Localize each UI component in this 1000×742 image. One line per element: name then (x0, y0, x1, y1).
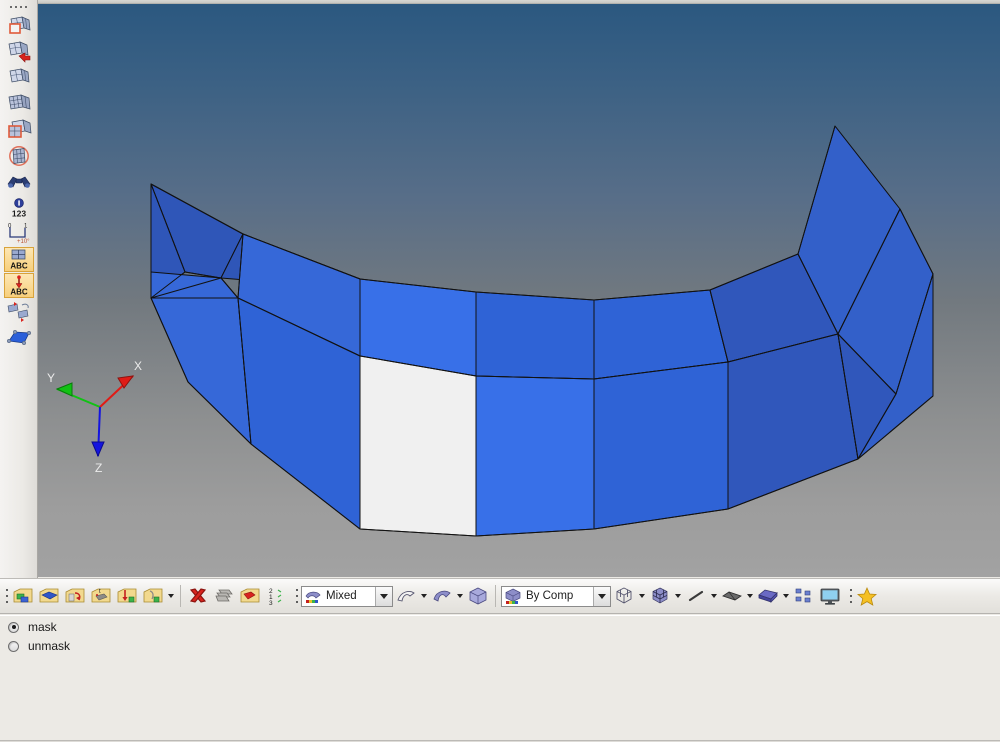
shaded-elements-icon-button[interactable] (429, 582, 455, 610)
radio-mask-indicator[interactable] (8, 621, 19, 633)
surface-icon-button[interactable] (4, 325, 34, 350)
axis-triad: X Y Z (47, 359, 142, 475)
shaded-cube-icon-button[interactable] (647, 582, 673, 610)
radio-option-unmask[interactable]: unmask (8, 637, 70, 655)
radio-unmask-label: unmask (28, 639, 71, 653)
shaded-cube-chevron-down-icon[interactable] (673, 583, 683, 609)
shaded-geometry-icon-button[interactable] (465, 582, 491, 610)
svg-text:3: 3 (269, 600, 273, 606)
distance-icon-button[interactable]: 0 1 +10° (4, 221, 34, 246)
toolbar-separator-2 (495, 585, 496, 607)
line-display-chevron-down-icon[interactable] (709, 583, 719, 609)
axis-x-label: X (134, 359, 142, 373)
bottom-toolbar: t 2 1 3 Mixed By Comp (0, 578, 1000, 614)
toolbar-grip-handle[interactable] (0, 2, 37, 12)
application-window: 123 0 1 +10° ABC ABC X Y Z t 2 1 3 Mixed… (0, 0, 1000, 742)
radio-mask-label: mask (28, 620, 57, 634)
wireframe-shaded-icon-button[interactable] (393, 582, 419, 610)
shading-mode-icon (302, 588, 324, 605)
axis-z-arrow (91, 406, 105, 458)
find-icon-button[interactable] (237, 582, 263, 610)
svg-text:0: 0 (8, 223, 12, 229)
node-label-icon-button[interactable]: ABC (4, 273, 34, 298)
svg-text:123: 123 (12, 208, 26, 218)
wireframe-cube-chevron-down-icon[interactable] (637, 583, 647, 609)
shaded-elements-chevron-down-icon[interactable] (455, 583, 465, 609)
wireframe-cube-icon-button[interactable] (611, 582, 637, 610)
toolbar-grip-1[interactable] (3, 583, 10, 609)
svg-text:ABC: ABC (10, 262, 28, 271)
mesh-elements (150, 125, 934, 537)
axis-x-arrow (99, 375, 135, 408)
find-attached-icon-button[interactable] (4, 65, 34, 90)
svg-text:+10°: +10° (17, 239, 30, 245)
left-vertical-toolbar: 123 0 1 +10° ABC ABC (0, 0, 38, 580)
import-solver-deck-icon-button[interactable] (114, 582, 140, 610)
panel-top-divider (0, 615, 1000, 616)
favorites-star-icon-button[interactable] (854, 582, 880, 610)
shading-mode-chevron-down-icon[interactable] (375, 586, 392, 606)
toolbar-grip-3[interactable] (847, 583, 854, 609)
spherical-clipping-icon-button[interactable] (4, 143, 34, 168)
delete-icon-button[interactable] (185, 582, 211, 610)
mask-shown-icon-button[interactable] (4, 117, 34, 142)
color-mode-icon (502, 588, 524, 605)
surface-display-chevron-down-icon[interactable] (745, 583, 755, 609)
mesh-model[interactable]: X Y Z (38, 4, 1000, 577)
mesh-display-icon-button[interactable] (791, 582, 817, 610)
color-mode-chevron-down-icon[interactable] (593, 586, 610, 606)
element-label-icon-button[interactable]: ABC (4, 247, 34, 272)
shading-mode-combo[interactable]: Mixed (301, 585, 393, 607)
mask-mode-radio-group: mask unmask (8, 618, 70, 656)
export-icon-button[interactable] (140, 582, 166, 610)
axis-y-label: Y (47, 371, 55, 385)
graphics-view[interactable]: X Y Z (38, 4, 1000, 577)
solid-display-icon-button[interactable] (755, 582, 781, 610)
shading-mode-value: Mixed (326, 590, 357, 602)
mask-panel: mask unmask elems mask reverse reverse (0, 615, 1000, 742)
mask-elements-icon-button[interactable] (4, 13, 34, 38)
svg-text:ABC: ABC (10, 288, 28, 297)
renumber-icon-button[interactable]: t (88, 582, 114, 610)
axis-z-label: Z (95, 461, 102, 475)
wireframe-shaded-chevron-down-icon[interactable] (419, 583, 429, 609)
numbers-icon-button[interactable]: 2 1 3 (263, 582, 289, 610)
translate-icon-button[interactable] (4, 299, 34, 324)
color-mode-combo[interactable]: By Comp (501, 585, 611, 607)
node-id-icon-button[interactable]: 123 (4, 195, 34, 220)
monitor-icon-button[interactable] (817, 582, 843, 610)
measure-icon-button[interactable] (4, 169, 34, 194)
solid-display-chevron-down-icon[interactable] (781, 583, 791, 609)
axis-y-arrow (55, 382, 101, 408)
color-mode-value: By Comp (526, 590, 574, 602)
mask-icon-button[interactable] (211, 582, 237, 610)
radio-option-mask[interactable]: mask (8, 618, 70, 636)
delete-component-icon-button[interactable] (62, 582, 88, 610)
toolbar-separator-1 (180, 585, 181, 607)
line-display-icon-button[interactable] (683, 582, 709, 610)
svg-text:1: 1 (24, 223, 28, 229)
export-chevron-down-icon[interactable] (166, 583, 176, 609)
component-table-icon-button[interactable] (10, 582, 36, 610)
surface-display-icon-button[interactable] (719, 582, 745, 610)
unmask-adjacent-icon-button[interactable] (4, 39, 34, 64)
display-all-icon-button[interactable] (4, 91, 34, 116)
toolbar-grip-2[interactable] (293, 583, 300, 609)
radio-unmask-indicator[interactable] (8, 640, 19, 652)
organize-icon-button[interactable] (36, 582, 62, 610)
